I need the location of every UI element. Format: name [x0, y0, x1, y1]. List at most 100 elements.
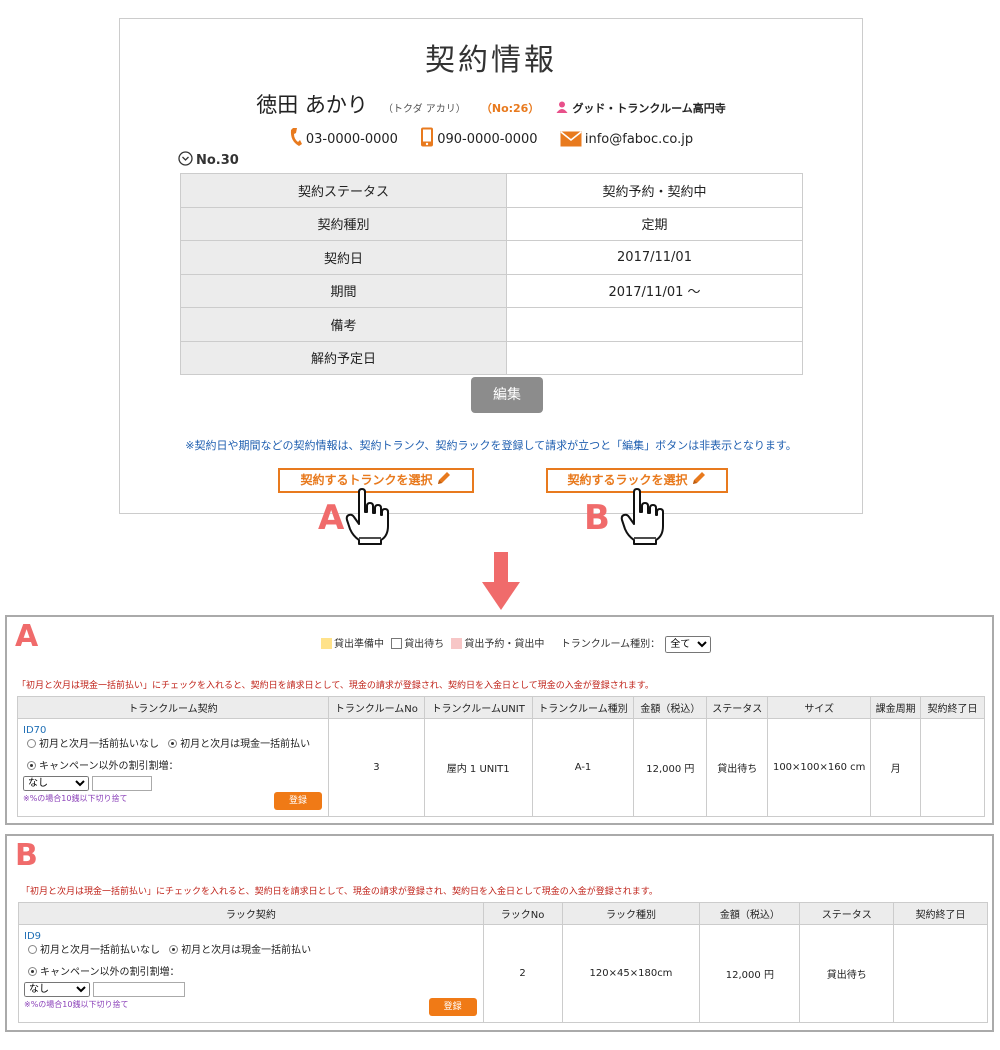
phone-icon — [290, 128, 302, 146]
size-cell: 100×100×160 cm — [767, 718, 872, 817]
customer-number: （No:26） — [480, 102, 540, 115]
discount-input[interactable] — [93, 982, 186, 997]
rack-no-cell: 2 — [482, 924, 563, 1023]
prepay-cash-label: 初月と次月は現金一括前払い — [180, 739, 311, 750]
legend-preparing-swatch — [321, 638, 332, 649]
prepay-note: 「初月と次月は現金一括前払い」にチェックを入れると、契約日を請求日として、現金の… — [21, 887, 658, 897]
contract-number-label: No.30 — [196, 153, 239, 168]
row-label: 契約日 — [180, 240, 507, 275]
contract-cell: ID70 初月と次月一括前払いなし 初月と次月は現金一括前払い キャンペーン以外… — [17, 718, 329, 817]
row-label: 期間 — [180, 273, 507, 308]
rack-type-cell: 120×45×180cm — [561, 924, 701, 1023]
type-filter-select[interactable]: 全て — [665, 636, 712, 653]
price-cell: 12,000 円 — [633, 718, 708, 817]
prepay-none-radio[interactable] — [28, 945, 37, 954]
trunk-no-cell: 3 — [327, 718, 425, 817]
arrow-down-icon — [482, 552, 520, 610]
prepay-cash-radio[interactable] — [168, 739, 178, 748]
store-label: グッド・トランクルーム高円寺 — [572, 102, 726, 115]
customer-name-row: 徳田 あかり （トクダ アカリ） （No:26） グッド・トランクルーム高円寺 — [120, 89, 862, 119]
discount-input[interactable] — [92, 776, 153, 791]
campaign-label: キャンペーン以外の割引割増： — [40, 967, 180, 978]
col-header: 課金周期 — [870, 696, 922, 719]
phone-number: 03-0000-0000 — [305, 132, 398, 147]
customer-kana: （トクダ アカリ） — [382, 104, 466, 115]
table-row: 解約予定日 — [180, 340, 803, 375]
end-date-cell — [920, 718, 985, 817]
mail-icon — [560, 131, 582, 147]
table-header-row: トランクルーム契約 トランクルームNo トランクルームUNIT トランクルーム種… — [17, 696, 985, 719]
annotation-letter-a: A — [318, 498, 345, 538]
legend-reserved-swatch — [451, 638, 463, 649]
table-row: 期間 2017/11/01 〜 — [180, 273, 803, 308]
prepay-note: 「初月と次月は現金一括前払い」にチェックを入れると、契約日を請求日として、現金の… — [17, 681, 654, 691]
end-date-cell — [893, 924, 988, 1023]
col-header: ラック種別 — [561, 902, 701, 925]
row-value: 2017/11/01 〜 — [506, 273, 803, 308]
table-row: 備考 — [180, 307, 803, 342]
rack-contract-panel: B 「初月と次月は現金一括前払い」にチェックを入れると、契約日を請求日として、現… — [5, 834, 994, 1032]
trunk-unit-cell: 屋内 1 UNIT1 — [423, 718, 533, 817]
row-label: 解約予定日 — [180, 340, 507, 375]
table-header-row: ラック契約 ラックNo ラック種別 金額（税込） ステータス 契約終了日 — [18, 902, 988, 925]
mobile-icon — [421, 127, 434, 147]
register-button[interactable]: 登録 — [273, 792, 322, 810]
col-header: ステータス — [799, 902, 895, 925]
customer-name: 徳田 あかり — [256, 93, 368, 117]
contract-number[interactable]: No.30 — [178, 151, 239, 168]
hand-pointer-icon — [620, 488, 664, 545]
contact-row: 03-0000-0000 090-0000-0000 info@faboc.co… — [120, 127, 862, 147]
trunk-contract-table: トランクルーム契約 トランクルームNo トランクルームUNIT トランクルーム種… — [17, 696, 985, 817]
col-header: ラックNo — [482, 902, 563, 925]
campaign-radio[interactable] — [28, 967, 37, 976]
page-title: 契約情報 — [425, 43, 557, 78]
col-header: ステータス — [706, 696, 769, 719]
trunk-type-cell: A-1 — [531, 718, 635, 817]
row-value — [506, 340, 803, 375]
prepay-cash-label: 初月と次月は現金一括前払い — [181, 945, 312, 956]
store-name: グッド・トランクルーム高円寺 — [556, 101, 726, 115]
row-value — [506, 307, 803, 342]
prepay-none-label: 初月と次月一括前払いなし — [39, 739, 159, 750]
discount-row: なし — [24, 982, 479, 997]
register-button[interactable]: 登録 — [428, 998, 477, 1016]
col-header: 契約終了日 — [920, 696, 985, 719]
row-label: 契約種別 — [180, 206, 507, 241]
table-row: ID70 初月と次月一括前払いなし 初月と次月は現金一括前払い キャンペーン以外… — [17, 718, 985, 817]
select-rack-label: 契約するラックを選択 — [567, 473, 688, 487]
table-row: ID9 初月と次月一括前払いなし 初月と次月は現金一括前払い キャンペーン以外の… — [18, 924, 988, 1023]
rack-contract-table: ラック契約 ラックNo ラック種別 金額（税込） ステータス 契約終了日 ID9… — [18, 902, 988, 1023]
annotation-letter-b: B — [584, 498, 610, 538]
status-cell: 貸出待ち — [799, 924, 895, 1023]
price-cell: 12,000 円 — [699, 924, 801, 1023]
prepay-none-radio[interactable] — [27, 739, 36, 748]
hand-pointer-icon — [345, 488, 389, 545]
campaign-line: キャンペーン以外の割引割増： — [28, 966, 479, 980]
legend-reserved: 貸出予約・貸出中 — [464, 639, 545, 650]
col-header: トランクルームUNIT — [423, 696, 533, 719]
select-trunk-label: 契約するトランクを選択 — [300, 473, 433, 487]
prepay-radio-group: 初月と次月一括前払いなし 初月と次月は現金一括前払い — [28, 944, 479, 958]
discount-select[interactable]: なし — [23, 776, 89, 791]
campaign-label: キャンペーン以外の割引割増： — [39, 761, 179, 772]
rounding-note: ※%の場合10銭以下切り捨て — [24, 1000, 129, 1009]
col-header: トランクルーム種別 — [531, 696, 635, 719]
contract-id-link[interactable]: ID9 — [24, 931, 479, 942]
chevron-circle-icon — [178, 151, 193, 166]
mobile-number: 090-0000-0000 — [437, 132, 538, 147]
legend-waiting: 貸出待ち — [404, 639, 445, 650]
campaign-radio[interactable] — [27, 761, 36, 770]
edit-button[interactable]: 編集 — [471, 377, 543, 413]
person-icon — [556, 101, 568, 113]
col-header: サイズ — [767, 696, 872, 719]
panel-letter-b: B — [15, 838, 38, 873]
pencil-icon — [437, 472, 450, 484]
campaign-line: キャンペーン以外の割引割増： — [27, 760, 324, 774]
row-value: 定期 — [506, 206, 803, 241]
discount-select[interactable]: なし — [24, 982, 90, 997]
contract-id-link[interactable]: ID70 — [23, 725, 324, 736]
type-filter-label: トランクルーム種別： — [560, 639, 661, 650]
prepay-cash-radio[interactable] — [169, 945, 179, 954]
row-value: 契約予約・契約中 — [506, 173, 803, 208]
contract-cell: ID9 初月と次月一括前払いなし 初月と次月は現金一括前払い キャンペーン以外の… — [18, 924, 484, 1023]
